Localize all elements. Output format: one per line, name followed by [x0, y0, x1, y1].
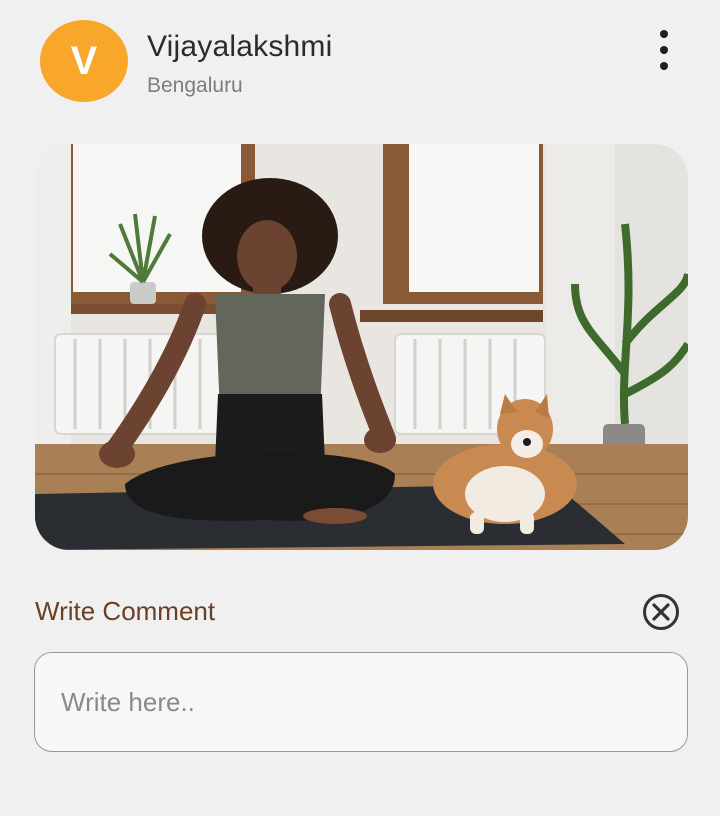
author-name[interactable]: Vijayalakshmi [147, 30, 332, 64]
more-vertical-icon [660, 30, 668, 38]
post-image[interactable] [35, 144, 688, 550]
author-location: Bengaluru [147, 74, 243, 97]
comment-input[interactable] [34, 652, 688, 752]
more-options-button[interactable] [648, 30, 680, 70]
yoga-photo [35, 144, 688, 550]
avatar[interactable]: V [40, 20, 128, 102]
close-circle-icon [643, 594, 679, 630]
comment-title: Write Comment [35, 596, 216, 626]
close-comment-button[interactable] [641, 592, 681, 632]
avatar-initial: V [70, 38, 98, 83]
post-header: V Vijayalakshmi Bengaluru [0, 0, 720, 120]
